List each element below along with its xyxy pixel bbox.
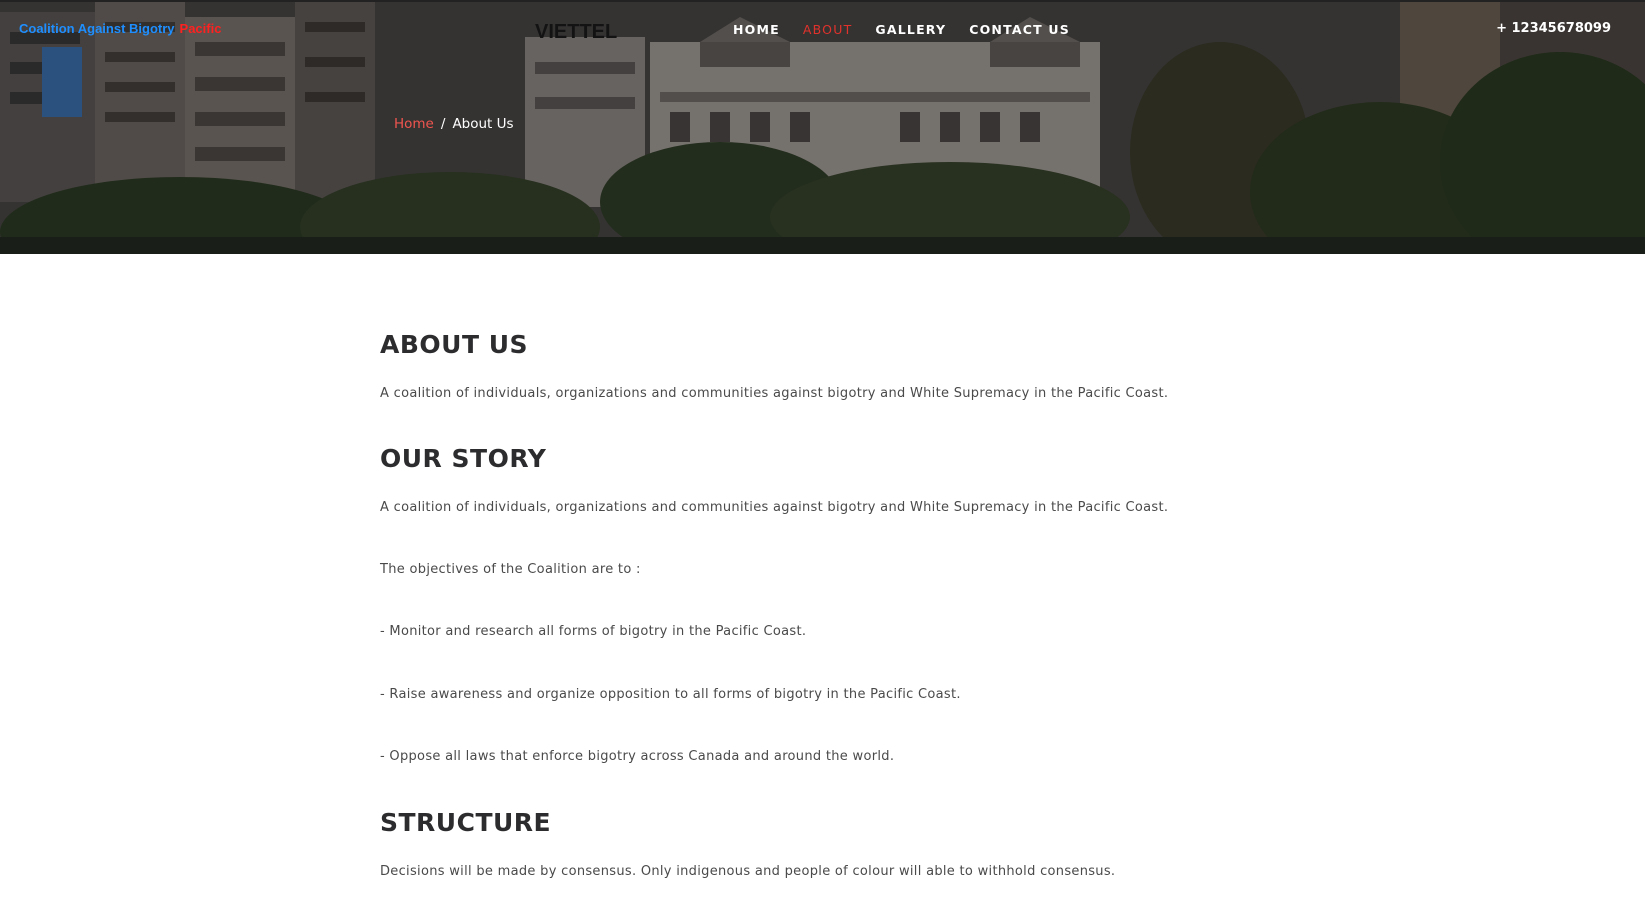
phone-number[interactable]: + 12345678099 <box>1496 21 1611 36</box>
story-heading: OUR STORY <box>380 444 547 473</box>
breadcrumb-current: About Us <box>452 116 514 132</box>
nav-home[interactable]: HOME <box>733 22 780 37</box>
main-nav: HOME ABOUT GALLERY CONTACT US <box>733 22 1070 37</box>
about-text: A coalition of individuals, organization… <box>380 386 1169 401</box>
site-logo[interactable]: Coalition Against Bigotry Pacific <box>19 21 221 36</box>
objective-item: - Oppose all laws that enforce bigotry a… <box>380 749 895 764</box>
nav-gallery[interactable]: GALLERY <box>875 22 946 37</box>
nav-contact-us[interactable]: CONTACT US <box>969 22 1070 37</box>
hero-overlay <box>0 2 1645 254</box>
structure-text: Decisions will be made by consensus. Onl… <box>380 864 1116 879</box>
objective-item: - Raise awareness and organize oppositio… <box>380 687 961 702</box>
breadcrumb-separator: / <box>440 116 446 132</box>
breadcrumb-home[interactable]: Home <box>394 116 434 132</box>
objectives-intro: The objectives of the Coalition are to : <box>380 562 641 577</box>
brand-primary: Coalition Against Bigotry <box>19 21 175 36</box>
hero-banner: VIETTEL Coalition Against Bigotry Pacific <box>0 0 1645 254</box>
objective-item: - Monitor and research all forms of bigo… <box>380 624 807 639</box>
story-paragraph: A coalition of individuals, organization… <box>380 500 1169 515</box>
structure-heading: STRUCTURE <box>380 808 552 837</box>
breadcrumb: Home / About Us <box>394 116 514 132</box>
about-heading: ABOUT US <box>380 330 529 359</box>
nav-about[interactable]: ABOUT <box>803 22 853 37</box>
brand-secondary: Pacific <box>179 21 222 36</box>
